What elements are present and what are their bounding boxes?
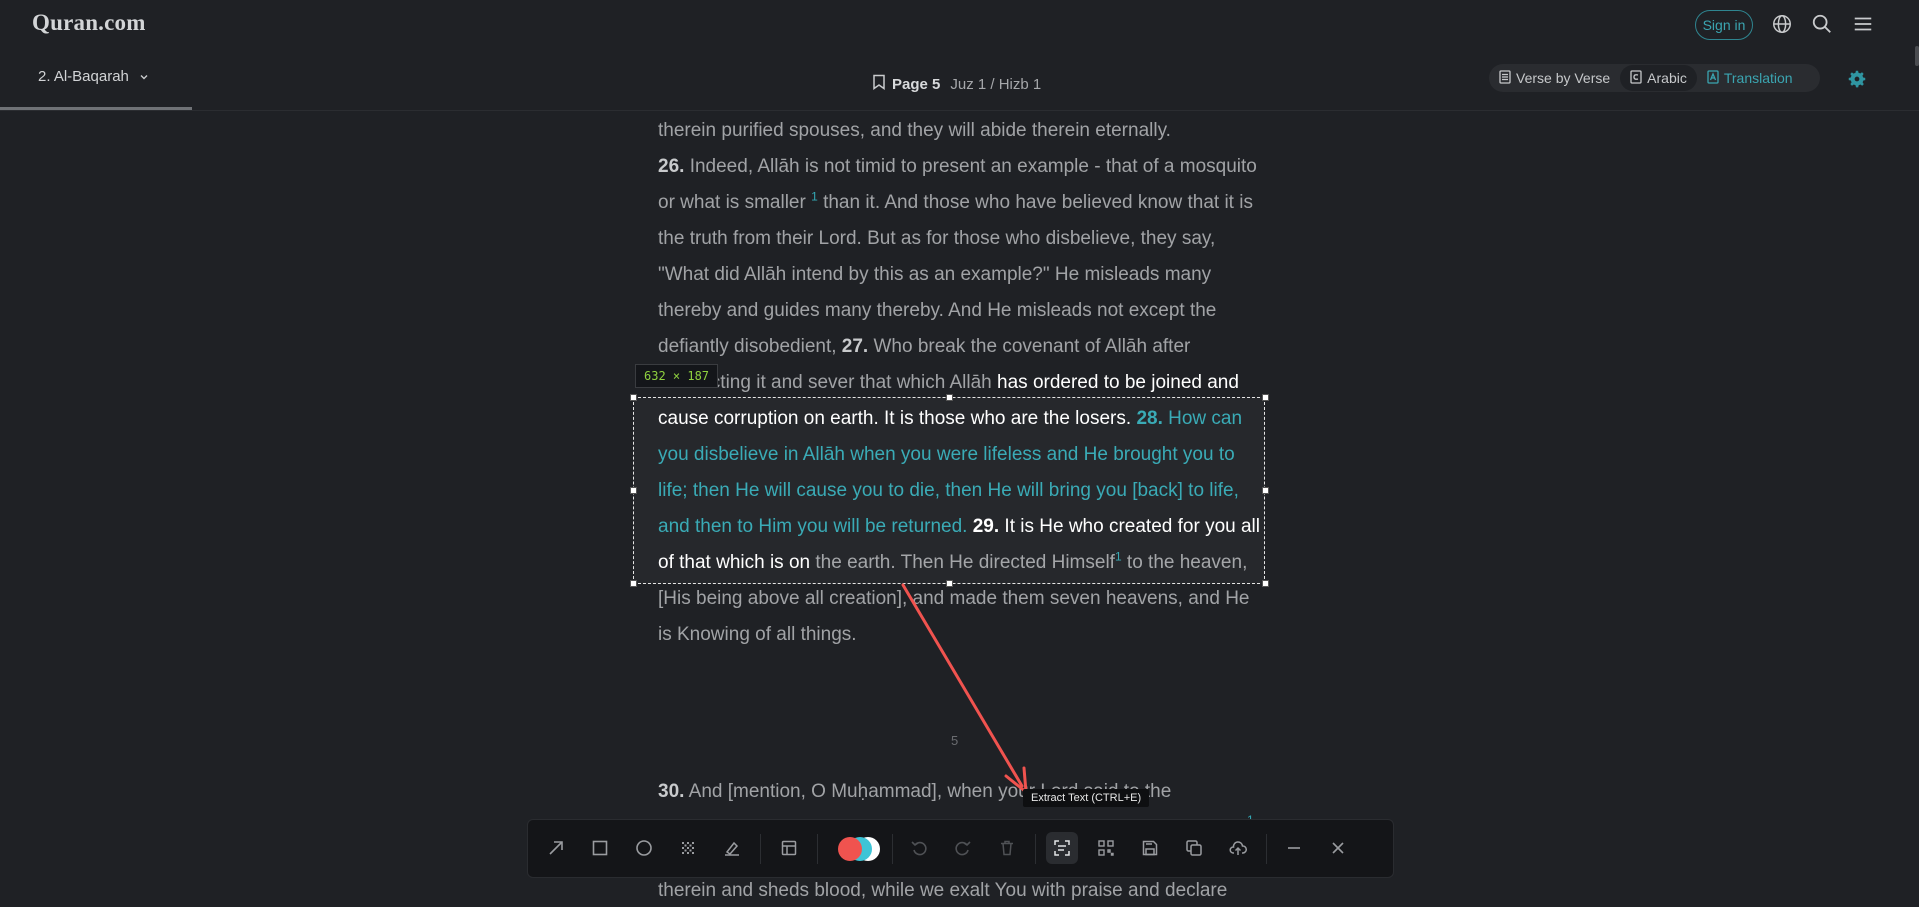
redo-icon[interactable] [947, 832, 979, 864]
qr-scan-icon[interactable] [1090, 832, 1122, 864]
arrow-tool-icon[interactable] [540, 832, 572, 864]
copy-icon[interactable] [1178, 832, 1210, 864]
trash-icon[interactable] [991, 832, 1023, 864]
capture-toolbar [527, 819, 1394, 878]
minimize-icon[interactable] [1278, 832, 1310, 864]
rectangle-tool-icon[interactable] [584, 832, 616, 864]
close-icon[interactable] [1322, 832, 1354, 864]
toolbar-divider [1266, 834, 1267, 864]
color-picker[interactable] [838, 837, 880, 861]
undo-icon[interactable] [903, 832, 935, 864]
highlighter-tool-icon[interactable] [716, 832, 748, 864]
color-swatch-red[interactable] [838, 837, 862, 861]
toolbar-divider [1035, 834, 1036, 864]
toolbar-divider [760, 834, 761, 864]
layout-tool-icon[interactable] [773, 832, 805, 864]
toolbar-divider [817, 834, 818, 864]
toolbar-divider [892, 834, 893, 864]
save-icon[interactable] [1134, 832, 1166, 864]
extract-text-icon[interactable] [1046, 832, 1078, 864]
extract-text-tooltip: Extract Text (CTRL+E) [1023, 789, 1150, 807]
mosaic-tool-icon[interactable] [672, 832, 704, 864]
upload-icon[interactable] [1222, 832, 1254, 864]
ellipse-tool-icon[interactable] [628, 832, 660, 864]
annotation-arrow[interactable] [0, 0, 1919, 907]
